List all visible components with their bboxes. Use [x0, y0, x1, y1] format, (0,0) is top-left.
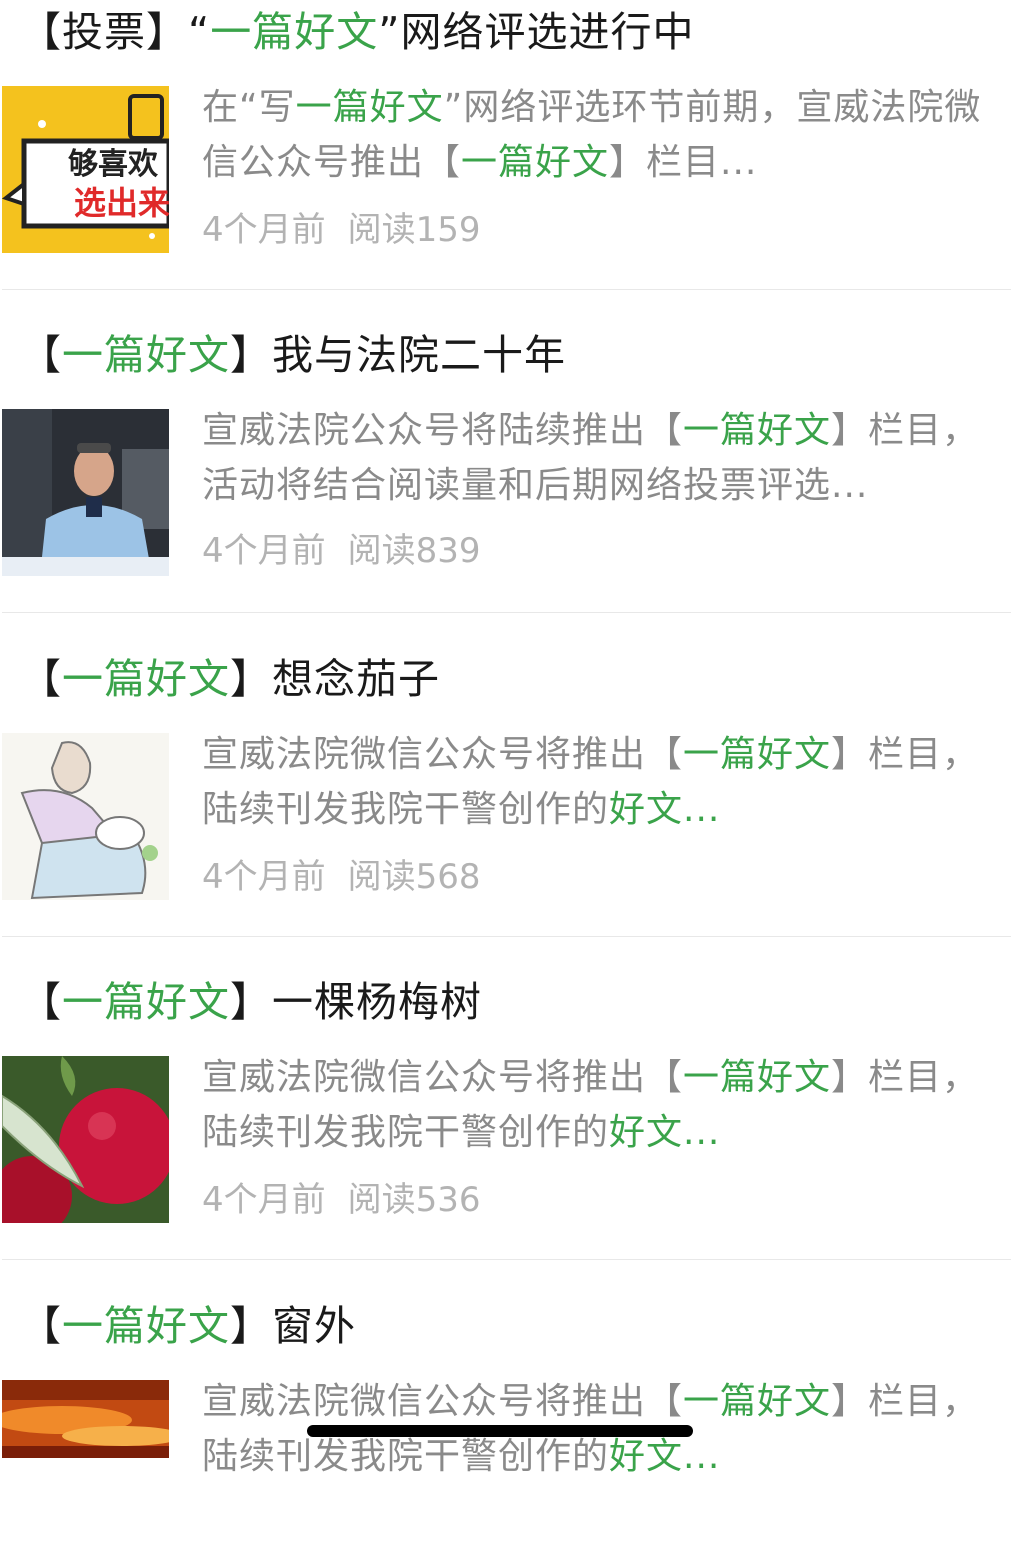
title-text: ”网络评选进行中 [378, 8, 695, 56]
article-thumbnail: 够喜欢 选出来 [2, 86, 169, 253]
excerpt-text: ... [683, 1436, 721, 1477]
article-excerpt: 在“写一篇好文”网络评选环节前期，宣威法院微信公众号推出【一篇好文】栏目... [202, 80, 997, 190]
article-title: 【一篇好文】一棵杨梅树 [20, 972, 482, 1032]
excerpt-text: 宣威法院微信公众号将推出【 [202, 1057, 684, 1098]
article-time: 4个月前 [202, 531, 326, 571]
excerpt-highlight: 好文 [609, 1112, 684, 1153]
divider [2, 936, 1011, 937]
article-title: 【投票】“一篇好文”网络评选进行中 [20, 2, 695, 62]
title-highlight: 一篇好文 [62, 978, 230, 1026]
article-time: 4个月前 [202, 1180, 326, 1220]
title-highlight: 一篇好文 [62, 655, 230, 703]
article-meta: 4个月前 阅读839 [202, 526, 481, 576]
article-reads: 阅读159 [347, 210, 481, 250]
divider [2, 1259, 1011, 1260]
excerpt-highlight: 一篇好文 [461, 142, 610, 183]
excerpt-highlight: 一篇好文 [683, 1057, 832, 1098]
excerpt-text: 】栏目... [609, 142, 758, 183]
excerpt-highlight: 好文 [609, 1436, 684, 1477]
article-thumbnail [2, 733, 169, 900]
title-text: 】窗外 [230, 1302, 356, 1350]
poster-line-1: 够喜欢 [68, 147, 159, 182]
article-meta: 4个月前 阅读159 [202, 205, 481, 255]
article-meta: 4个月前 阅读536 [202, 1175, 481, 1225]
excerpt-highlight: 好文 [609, 789, 684, 830]
article-meta: 4个月前 阅读568 [202, 852, 481, 902]
title-text: 【 [20, 331, 62, 379]
excerpt-text: ... [683, 789, 721, 830]
poster-line-2: 选出来 [74, 184, 169, 222]
excerpt-highlight: 一篇好文 [683, 1381, 832, 1422]
title-text: 【 [20, 978, 62, 1026]
title-text: 【投票】“ [20, 8, 211, 56]
article-meta [202, 1499, 224, 1549]
divider [2, 289, 1011, 290]
title-highlight: 一篇好文 [62, 1302, 230, 1350]
home-indicator[interactable] [307, 1425, 693, 1437]
title-highlight: 一篇好文 [62, 331, 230, 379]
excerpt-text: ... [683, 1112, 721, 1153]
article-reads: 阅读839 [347, 531, 481, 571]
article-excerpt: 宣威法院微信公众号将推出【一篇好文】栏目，陆续刊发我院干警创作的好文... [202, 1050, 997, 1160]
title-text: 【 [20, 1302, 62, 1350]
article-excerpt: 宣威法院公众号将陆续推出【一篇好文】栏目，活动将结合阅读量和后期网络投票评选..… [202, 403, 997, 513]
excerpt-highlight: 一篇好文 [295, 87, 444, 128]
article-title: 【一篇好文】窗外 [20, 1296, 356, 1356]
divider [2, 612, 1011, 613]
title-highlight: 一篇好文 [210, 8, 379, 56]
excerpt-highlight: 一篇好文 [683, 734, 832, 775]
article-reads: 阅读568 [347, 857, 481, 897]
article-time: 4个月前 [202, 210, 326, 250]
excerpt-text: 宣威法院微信公众号将推出【 [202, 1381, 684, 1422]
excerpt-text: 在“写 [202, 87, 296, 128]
article-thumbnail [2, 1380, 169, 1458]
article-thumbnail [2, 1056, 169, 1223]
article-thumbnail [2, 409, 169, 576]
article-title: 【一篇好文】我与法院二十年 [20, 325, 566, 385]
article-excerpt: 宣威法院微信公众号将推出【一篇好文】栏目，陆续刊发我院干警创作的好文... [202, 727, 997, 837]
excerpt-text: 宣威法院微信公众号将推出【 [202, 734, 684, 775]
title-text: 】想念茄子 [230, 655, 440, 703]
article-time: 4个月前 [202, 857, 326, 897]
excerpt-highlight: 一篇好文 [683, 410, 832, 451]
title-text: 【 [20, 655, 62, 703]
title-text: 】一棵杨梅树 [230, 978, 482, 1026]
article-title: 【一篇好文】想念茄子 [20, 649, 440, 709]
excerpt-text: 宣威法院公众号将陆续推出【 [202, 410, 684, 451]
article-reads: 阅读536 [347, 1180, 481, 1220]
title-text: 】我与法院二十年 [230, 331, 566, 379]
